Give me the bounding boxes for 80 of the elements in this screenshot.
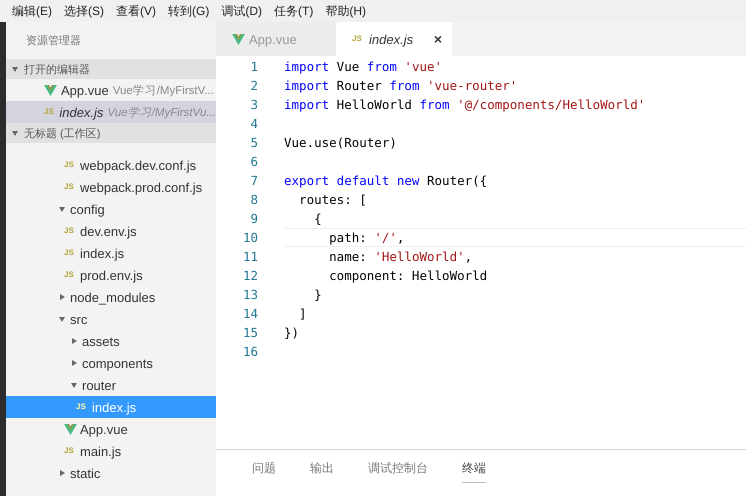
menu-item[interactable]: 任务(T) [274, 2, 314, 20]
editor-tab[interactable]: JS index.js × [336, 22, 452, 56]
code-line: routes: [ [298, 192, 367, 207]
panel-tab[interactable]: 终端 [462, 460, 486, 483]
close-icon[interactable]: × [434, 31, 442, 47]
line-number: 9 [249, 211, 258, 226]
code-line: }) [284, 325, 300, 340]
file-item[interactable]: JS main.js [6, 440, 216, 462]
folder-item[interactable]: router [6, 374, 216, 396]
folder-item[interactable]: static [6, 462, 216, 484]
folder-item[interactable]: node_modules [6, 286, 216, 308]
menu-item[interactable]: 查看(V) [116, 2, 156, 20]
v-logo-icon [64, 424, 77, 434]
open-editor-item[interactable]: JS index.js Vue学习/MyFirstVu... [6, 101, 216, 123]
sidebar-title: 资源管理器 [25, 34, 82, 49]
panel-tab[interactable]: 输出 [310, 460, 334, 483]
collapsed-arrow-icon [72, 338, 76, 344]
code-line: component: HelloWorld [328, 268, 488, 283]
expanded-arrow-icon [59, 206, 65, 212]
line-number: 13 [242, 287, 258, 302]
js-file-icon: JS [64, 446, 77, 456]
folder-item[interactable]: components [6, 352, 216, 374]
line-number: 8 [249, 192, 258, 207]
code-line: { [313, 211, 322, 226]
line-number: 1 [249, 59, 258, 74]
file-item[interactable]: JS prod.env.js [6, 264, 216, 286]
js-file-icon: JS [64, 182, 77, 192]
menu-item[interactable]: 帮助(H) [325, 2, 366, 20]
v-logo-icon [44, 84, 57, 96]
line-number: 12 [242, 268, 258, 283]
menu-item[interactable]: 转到(G) [168, 2, 210, 20]
expanded-arrow-icon [71, 382, 77, 388]
line-number: 2 [249, 78, 258, 93]
line-number: 10 [242, 230, 258, 245]
line-number: 14 [242, 306, 258, 321]
menu-item[interactable]: 编辑(E) [12, 2, 52, 20]
section-header[interactable]: 打开的编辑器 [6, 59, 216, 79]
expanded-arrow-icon [59, 316, 65, 322]
line-number: 6 [249, 154, 258, 169]
code-line: name: 'HelloWorld', [328, 249, 472, 264]
js-file-icon: JS [76, 402, 89, 412]
line-number: 15 [242, 325, 258, 340]
code-line: ] [298, 306, 307, 321]
section-header[interactable]: 无标题 (工作区) [6, 123, 216, 143]
line-number: 11 [242, 249, 258, 264]
collapsed-arrow-icon [60, 294, 64, 300]
code-line: import Router from 'vue-router' [284, 78, 518, 93]
panel-tab[interactable]: 问题 [252, 460, 276, 483]
menu-item[interactable]: 选择(S) [64, 2, 104, 20]
js-file-icon: JS [64, 248, 77, 258]
code-line: path: '/', [328, 230, 404, 245]
panel-tab[interactable]: 调试控制台 [368, 460, 428, 483]
file-item[interactable]: JS dev.env.js [6, 220, 216, 242]
js-file-icon: JS [64, 270, 77, 280]
file-item[interactable]: JS webpack.dev.conf.js [6, 154, 216, 176]
collapsed-arrow-icon [72, 360, 76, 366]
js-file-icon: JS [64, 226, 77, 236]
menu-item[interactable]: 调试(D) [221, 2, 262, 20]
js-file-icon: JS [44, 107, 56, 117]
v-logo-icon [232, 34, 245, 44]
line-number: 16 [242, 344, 258, 359]
code-line: export default new Router({ [284, 173, 488, 188]
code-line: import HelloWorld from '@/components/HelloWorld' [284, 97, 646, 112]
code-line: import Vue from 'vue' [284, 59, 442, 74]
code-line: } [313, 287, 322, 302]
open-editor-item[interactable]: App.vue Vue学习/MyFirstV... [6, 79, 216, 101]
folder-item[interactable]: config [6, 198, 216, 220]
file-item[interactable]: JS webpack.prod.conf.js [6, 176, 216, 198]
line-number: 4 [249, 116, 258, 131]
js-file-icon: JS [352, 34, 365, 44]
folder-item[interactable]: src [6, 308, 216, 330]
file-item[interactable]: JS index.js [6, 242, 216, 264]
line-number: 7 [249, 173, 258, 188]
collapsed-arrow-icon [60, 470, 64, 476]
code-line: Vue.use(Router) [284, 135, 397, 150]
folder-item[interactable]: assets [6, 330, 216, 352]
line-number: 3 [249, 97, 258, 112]
file-item[interactable]: App.vue [6, 418, 216, 440]
js-file-icon: JS [64, 160, 77, 170]
line-number: 5 [249, 135, 258, 150]
